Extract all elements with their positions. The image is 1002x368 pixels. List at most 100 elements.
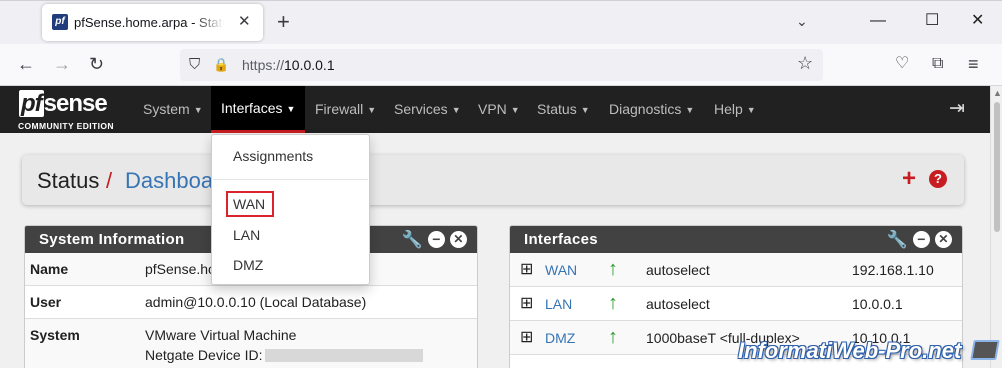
menu-status-label: Status	[537, 101, 577, 117]
panel-title: Interfaces	[524, 231, 598, 248]
menu-interfaces-label: Interfaces	[221, 100, 283, 116]
menu-help-label: Help	[714, 101, 743, 117]
dropdown-item-assignments[interactable]: Assignments	[233, 148, 313, 164]
logo-edition: COMMUNITY EDITION	[18, 121, 114, 131]
network-icon: ⊞	[520, 295, 534, 312]
maximize-window-icon[interactable]: ☐	[925, 11, 939, 31]
menu-help[interactable]: Help ▼	[706, 86, 764, 133]
menu-services[interactable]: Services ▼	[386, 86, 469, 133]
menu-firewall[interactable]: Firewall ▼	[307, 86, 384, 133]
device-id-line: Netgate Device ID:	[145, 347, 423, 363]
dashboard-content: Status / Dashboard + ? System Informatio…	[0, 133, 990, 368]
pfsense-logo[interactable]: pfsense	[19, 90, 108, 117]
url-protocol: https://	[242, 57, 285, 73]
caret-down-icon: ▼	[367, 105, 377, 115]
interface-ip: 192.168.1.10	[852, 262, 934, 278]
tracking-shield-icon[interactable]: ⛉	[189, 55, 200, 75]
logo-sense: sense	[43, 90, 108, 117]
redacted-device-id	[264, 349, 423, 362]
interface-media: autoselect	[646, 262, 710, 278]
pfsense-favicon-icon: pf	[52, 14, 68, 30]
menu-vpn-label: VPN	[478, 101, 507, 117]
minimize-panel-icon[interactable]: −	[428, 231, 445, 248]
panel-title: System Information	[39, 231, 185, 248]
dropdown-item-wan[interactable]: WAN	[233, 196, 265, 212]
pocket-icon[interactable]: ♡	[895, 54, 909, 74]
menu-system-label: System	[143, 101, 190, 117]
new-tab-icon[interactable]: +	[277, 11, 290, 33]
tab-title: pfSense.home.arpa - Status: Dashboard	[74, 15, 224, 30]
wrench-icon[interactable]: 🔧	[402, 230, 423, 249]
close-panel-icon[interactable]: ✕	[935, 231, 952, 248]
app-menu-icon[interactable]: ≡	[968, 54, 979, 74]
watermark-text: InformatiWeb-Pro.net	[738, 338, 962, 363]
status-up-arrow-icon: ↑	[608, 292, 618, 314]
caret-down-icon: ▼	[746, 105, 756, 115]
pfsense-navbar: pfsense COMMUNITY EDITION System ▼ Interf…	[0, 86, 990, 133]
address-bar[interactable]: ⛉ 🔒 https:// 10.0.0.1 ☆	[180, 49, 823, 81]
help-icon[interactable]: ?	[929, 170, 947, 188]
caret-down-icon: ▼	[510, 105, 520, 115]
interface-row: ⊞ WAN ↑ autoselect 192.168.1.10	[510, 253, 962, 287]
browser-navigation-bar: ← → ↻ ⛉ 🔒 https:// 10.0.0.1 ☆ ♡ ⧉ ≡	[0, 44, 1002, 86]
close-panel-icon[interactable]: ✕	[450, 231, 467, 248]
extensions-icon[interactable]: ⧉	[932, 54, 943, 74]
menu-interfaces[interactable]: Interfaces ▼	[211, 86, 305, 133]
logout-icon[interactable]: ⇥	[949, 99, 965, 119]
browser-tab-strip: pf pfSense.home.arpa - Status: Dashboard…	[0, 0, 1002, 44]
bookmark-star-icon[interactable]: ☆	[797, 53, 813, 73]
close-tab-icon[interactable]: ✕	[238, 14, 251, 30]
caret-down-icon: ▼	[451, 105, 461, 115]
interface-ip: 10.0.0.1	[852, 296, 903, 312]
close-window-icon[interactable]: ✕	[971, 11, 984, 31]
back-arrow-icon[interactable]: ←	[17, 54, 35, 74]
caret-down-icon: ▼	[286, 104, 296, 114]
scroll-thumb[interactable]	[994, 102, 1000, 232]
minimize-window-icon[interactable]: —	[870, 11, 886, 31]
breadcrumb: Status / Dashboard + ?	[22, 155, 964, 205]
table-row: User admin@10.0.0.10 (Local Database)	[25, 286, 477, 319]
menu-diagnostics[interactable]: Diagnostics ▼	[601, 86, 702, 133]
wrench-icon[interactable]: 🔧	[887, 230, 908, 249]
url-host: 10.0.0.1	[284, 57, 335, 73]
lock-icon[interactable]: 🔒	[213, 55, 229, 75]
dropdown-item-dmz[interactable]: DMZ	[233, 257, 263, 273]
reload-icon[interactable]: ↻	[89, 54, 104, 74]
table-row: System VMware Virtual Machine Netgate De…	[25, 319, 477, 368]
device-id-label: Netgate Device ID:	[145, 347, 263, 363]
row-label: User	[30, 294, 62, 310]
status-up-arrow-icon: ↑	[608, 326, 618, 348]
caret-down-icon: ▼	[580, 105, 590, 115]
interface-link-lan[interactable]: LAN	[545, 296, 572, 312]
breadcrumb-status[interactable]: Status	[37, 168, 99, 194]
menu-system[interactable]: System ▼	[135, 86, 211, 133]
row-value: admin@10.0.0.10 (Local Database)	[145, 294, 367, 310]
interface-link-wan[interactable]: WAN	[545, 262, 577, 278]
dropdown-item-lan[interactable]: LAN	[233, 227, 260, 243]
menu-status[interactable]: Status ▼	[529, 86, 598, 133]
network-icon: ⊞	[520, 329, 534, 346]
list-tabs-chevron-icon[interactable]: ⌄	[796, 13, 808, 30]
forward-arrow-icon[interactable]: →	[53, 54, 71, 74]
network-icon: ⊞	[520, 261, 534, 278]
interface-row: ⊞ LAN ↑ autoselect 10.0.0.1	[510, 287, 962, 321]
dropdown-divider	[213, 179, 368, 180]
interface-media: autoselect	[646, 296, 710, 312]
browser-tab[interactable]: pf pfSense.home.arpa - Status: Dashboard…	[42, 4, 263, 41]
scroll-up-arrow-icon[interactable]: ▲	[993, 88, 1002, 98]
minimize-panel-icon[interactable]: −	[913, 231, 930, 248]
interface-link-dmz[interactable]: DMZ	[545, 330, 575, 346]
menu-vpn[interactable]: VPN ▼	[470, 86, 528, 133]
logo-pf: pf	[19, 90, 44, 117]
interfaces-dropdown-menu: Assignments WAN LAN DMZ	[211, 134, 370, 285]
status-up-arrow-icon: ↑	[608, 258, 618, 280]
menu-diagnostics-label: Diagnostics	[609, 101, 682, 117]
caret-down-icon: ▼	[193, 105, 203, 115]
menu-services-label: Services	[394, 101, 448, 117]
menu-firewall-label: Firewall	[315, 101, 364, 117]
panel-header: Interfaces 🔧 − ✕	[510, 226, 962, 253]
add-widget-icon[interactable]: +	[902, 166, 916, 192]
row-label: Name	[30, 261, 69, 277]
page-scrollbar[interactable]: ▲	[990, 86, 1002, 368]
breadcrumb-separator: /	[106, 168, 113, 193]
